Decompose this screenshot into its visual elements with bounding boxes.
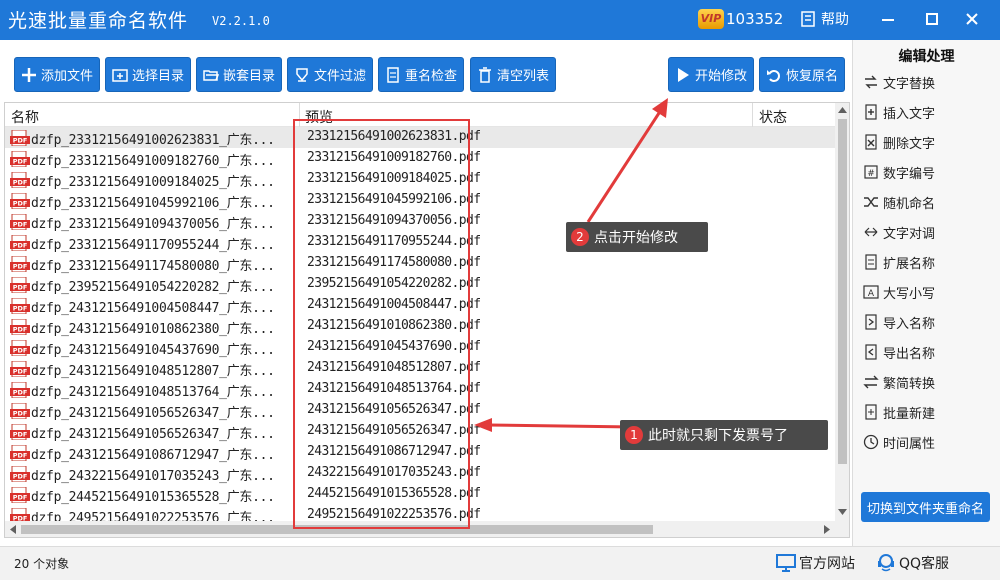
callout-invoice-number: 1 此时就只剩下发票号了 bbox=[620, 420, 828, 450]
callout-text: 点击开始修改 bbox=[594, 230, 678, 246]
arrow-to-start-button bbox=[586, 109, 663, 223]
monitor-icon bbox=[776, 554, 796, 572]
arrow-head-preview bbox=[474, 418, 492, 432]
qq-service-link[interactable]: QQ客服 bbox=[876, 553, 949, 573]
callout-number: 2 bbox=[571, 228, 589, 246]
annotation-arrows bbox=[474, 98, 668, 432]
object-count: 20 个对象 bbox=[14, 557, 70, 571]
callout-number: 1 bbox=[625, 426, 643, 444]
arrow-to-preview-column bbox=[487, 423, 635, 429]
headset-icon bbox=[878, 554, 894, 572]
callout-start-modify: 2 点击开始修改 bbox=[566, 222, 708, 252]
status-bar: 20 个对象 官方网站 QQ客服 bbox=[0, 546, 1000, 580]
arrow-head-start bbox=[652, 98, 668, 118]
callout-text: 此时就只剩下发票号了 bbox=[648, 428, 788, 444]
official-website-link[interactable]: 官方网站 bbox=[776, 553, 855, 573]
